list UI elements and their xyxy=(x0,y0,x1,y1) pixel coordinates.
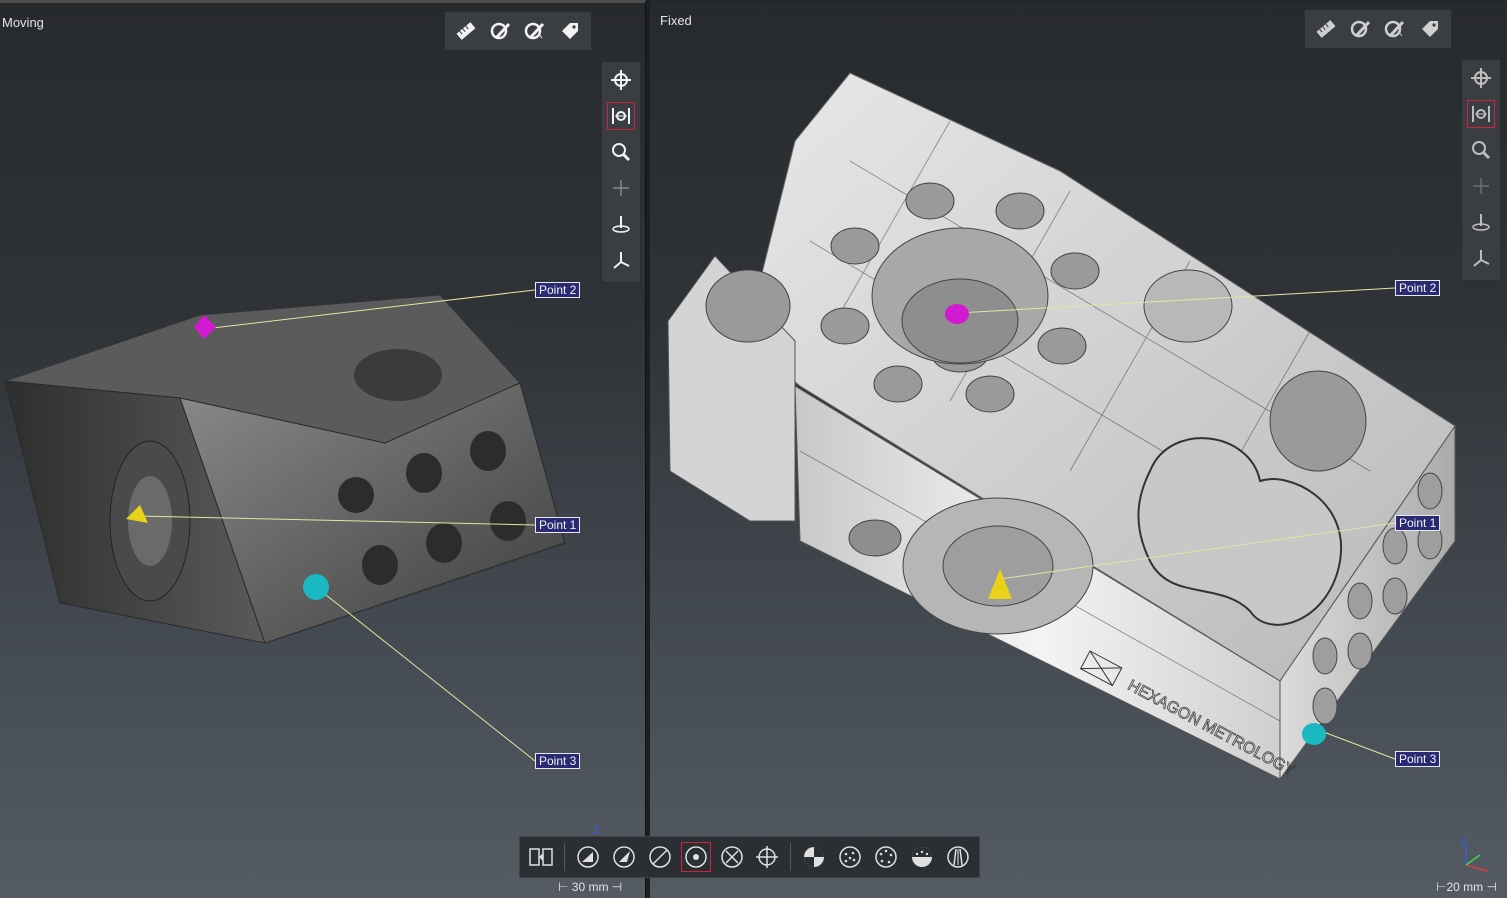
fixed-point2-label[interactable]: Point 2 xyxy=(1395,280,1441,296)
center-icon[interactable] xyxy=(1467,172,1495,200)
ruler-icon[interactable] xyxy=(453,17,480,45)
toolbar-separator xyxy=(563,843,565,871)
fixed-top-toolbar xyxy=(1304,9,1452,49)
tag-icon[interactable] xyxy=(557,17,584,45)
fixed-point1-label[interactable]: Point 1 xyxy=(1395,515,1441,531)
measure-pen-icon[interactable] xyxy=(488,17,515,45)
fixed-point3-marker[interactable] xyxy=(1302,723,1326,745)
fit-view-icon[interactable] xyxy=(1467,100,1495,128)
moving-point2-label[interactable]: Point 2 xyxy=(535,282,581,298)
sphere-dots-icon[interactable] xyxy=(907,842,937,872)
moving-point1-label[interactable]: Point 1 xyxy=(535,517,581,533)
plane-left-icon[interactable] xyxy=(573,842,603,872)
dots-circle-icon[interactable] xyxy=(835,842,865,872)
moving-point3-label[interactable]: Point 3 xyxy=(535,753,581,769)
ruler-icon[interactable] xyxy=(1313,15,1340,43)
target-icon[interactable] xyxy=(753,842,783,872)
cylinder-icon[interactable] xyxy=(943,842,973,872)
pan-icon[interactable] xyxy=(1467,64,1495,92)
axes-icon[interactable] xyxy=(1467,244,1495,272)
point3-marker[interactable] xyxy=(303,574,329,600)
moving-side-toolbar xyxy=(601,61,641,283)
annotate-pen-icon[interactable] xyxy=(522,17,549,45)
quadrant-icon[interactable] xyxy=(799,842,829,872)
dots-ring-icon[interactable] xyxy=(871,842,901,872)
fixed-point3-label[interactable]: Point 3 xyxy=(1395,751,1441,767)
split-view-icon[interactable] xyxy=(526,842,556,872)
triad-z-label: Z xyxy=(1460,837,1466,848)
line-icon[interactable] xyxy=(645,842,675,872)
zoom-icon[interactable] xyxy=(1467,136,1495,164)
circle-point-icon[interactable] xyxy=(680,842,711,872)
fixed-viewport[interactable]: Fixed HEXAGON METROLOGY Point 2 Point 1 … xyxy=(650,0,1507,898)
alignment-toolbar xyxy=(519,836,980,878)
measure-pen-icon[interactable] xyxy=(1348,15,1375,43)
plane-icon[interactable] xyxy=(607,210,635,238)
fixed-side-toolbar xyxy=(1461,59,1501,281)
tag-icon[interactable] xyxy=(1417,15,1444,43)
fixed-cad-model: HEXAGON METROLOGY xyxy=(667,72,1456,781)
fit-view-icon[interactable] xyxy=(607,102,635,130)
fixed-scale-bar: ⊢20 mm ⊣ xyxy=(1436,880,1497,894)
plane-right-icon[interactable] xyxy=(609,842,639,872)
center-icon[interactable] xyxy=(607,174,635,202)
moving-viewport[interactable]: Moving Point 2 Point 1 Point 3 ⊢ 30 mm ⊣… xyxy=(0,0,646,898)
annotate-pen-icon[interactable] xyxy=(1382,15,1409,43)
zoom-icon[interactable] xyxy=(607,138,635,166)
moving-scale-bar: ⊢ 30 mm ⊣ xyxy=(558,880,623,894)
toolbar-separator xyxy=(790,843,792,871)
plane-icon[interactable] xyxy=(1467,208,1495,236)
pan-icon[interactable] xyxy=(607,66,635,94)
moving-top-toolbar xyxy=(444,11,592,51)
cross-icon[interactable] xyxy=(717,842,747,872)
fixed-point2-marker[interactable] xyxy=(945,304,969,324)
axes-icon[interactable] xyxy=(607,246,635,274)
orientation-triad: Z xyxy=(1460,837,1489,872)
